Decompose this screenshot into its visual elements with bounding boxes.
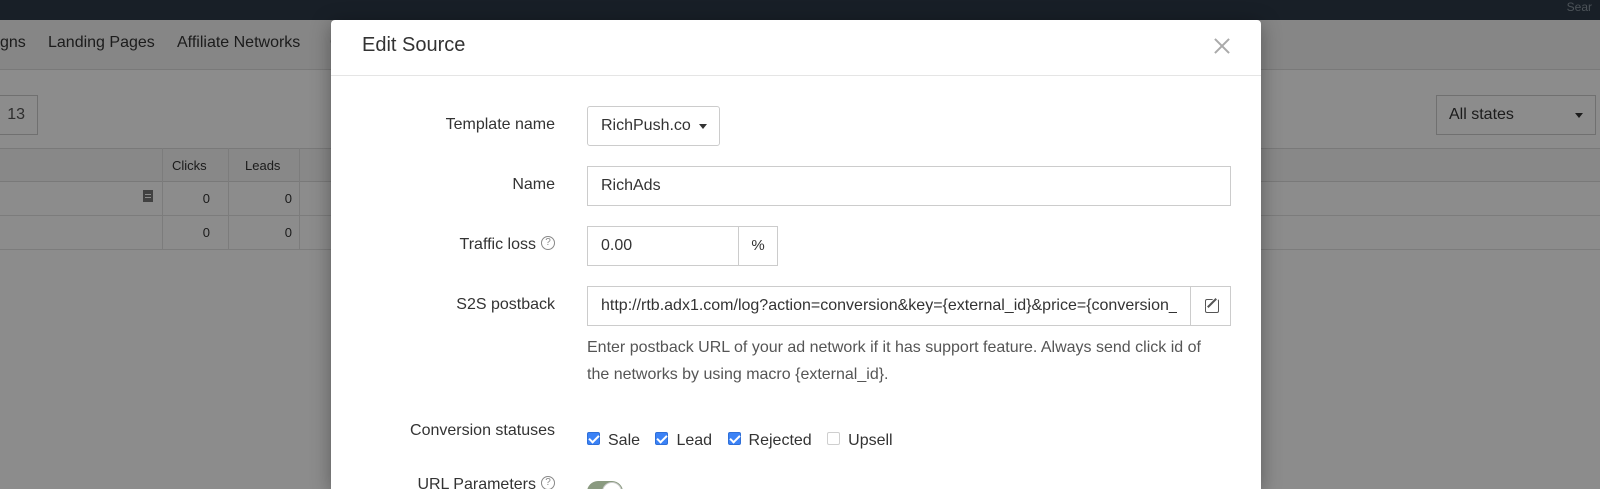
checkbox-lead[interactable]: Lead (655, 432, 712, 450)
template-name-label: Template name (445, 116, 555, 133)
checkbox-label: Lead (676, 432, 713, 449)
edit-source-modal: Edit Source Template name RichPush.co Na… (331, 20, 1261, 489)
help-icon[interactable]: ? (541, 475, 555, 489)
checkbox-label: Upsell (848, 432, 893, 449)
edit-icon (1205, 299, 1219, 313)
help-icon[interactable]: ? (541, 235, 555, 250)
template-name-value: RichPush.co (601, 117, 691, 134)
checkbox-unchecked-icon (827, 432, 841, 446)
checkbox-label: Sale (608, 432, 641, 449)
name-input[interactable] (587, 166, 1231, 206)
traffic-loss-input[interactable] (587, 226, 739, 266)
url-parameters-toggle[interactable] (587, 481, 623, 489)
traffic-loss-label-text: Traffic loss (459, 236, 536, 253)
s2s-postback-input[interactable] (587, 286, 1191, 326)
conversion-statuses-label: Conversion statuses (410, 422, 555, 439)
url-parameters-label-text: URL Parameters (417, 476, 536, 489)
traffic-loss-label: Traffic loss? (459, 235, 555, 254)
s2s-postback-label: S2S postback (456, 296, 555, 313)
checkbox-checked-icon (655, 432, 669, 446)
checkbox-rejected[interactable]: Rejected (727, 432, 812, 450)
modal-title: Edit Source (362, 34, 466, 56)
checkbox-label: Rejected (748, 432, 812, 449)
toggle-knob (602, 482, 622, 489)
close-icon[interactable] (1213, 37, 1231, 55)
url-parameters-label: URL Parameters? (417, 475, 555, 489)
checkbox-checked-icon (587, 432, 600, 446)
template-name-select[interactable]: RichPush.co (587, 106, 720, 146)
edit-postback-button[interactable] (1190, 286, 1231, 326)
modal-header: Edit Source (331, 20, 1261, 76)
checkbox-checked-icon (727, 432, 741, 446)
name-label: Name (512, 176, 555, 193)
caret-down-icon (699, 124, 707, 129)
percent-addon: % (738, 226, 778, 266)
checkbox-sale[interactable]: Sale (587, 432, 640, 450)
conversion-statuses-group: Sale Lead Rejected Upsell (587, 432, 904, 452)
postback-help-text: Enter postback URL of your ad network if… (587, 339, 1201, 383)
checkbox-upsell[interactable]: Upsell (827, 432, 893, 450)
